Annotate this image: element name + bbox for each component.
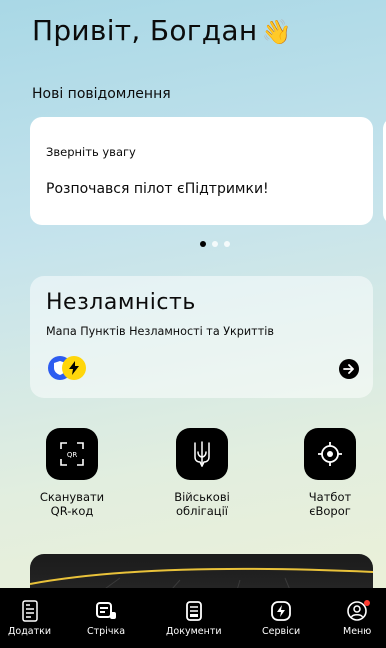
invincibility-badges (48, 356, 92, 380)
invincibility-card[interactable]: Незламність Мапа Пунктів Незламності та … (30, 276, 373, 398)
quick-action-label: Військові облігації (174, 490, 230, 518)
notifications-section-title: Нові повідомлення (32, 86, 171, 102)
bottom-tab-bar: Додатки Стрічка Документи Сервіси Меню (0, 588, 386, 648)
notification-headline: Розпочався пілот єПідтримки! (46, 181, 269, 197)
tab-label: Стрічка (87, 626, 126, 637)
tab-apps[interactable]: Додатки (8, 600, 51, 637)
greeting-title: Привіт, Богдан 👋 (32, 14, 292, 47)
pager-dot (212, 241, 218, 247)
quick-action-war-bonds[interactable]: Військові облігації (147, 428, 257, 518)
services-icon (271, 601, 291, 621)
quick-action-label: Чатбот єВорог (308, 490, 352, 518)
tab-label: Меню (343, 626, 372, 637)
tab-label: Додатки (8, 626, 52, 637)
apps-icon (21, 600, 38, 622)
documents-icon (185, 601, 202, 621)
menu-icon-wrap (346, 600, 371, 622)
pager-dot (224, 241, 230, 247)
wave-icon: 👋 (261, 18, 292, 46)
trident-icon (176, 428, 228, 480)
greeting-text: Привіт, Богдан (32, 14, 258, 47)
notification-card[interactable]: Зверніть увагу Розпочався пілот єПідтрим… (30, 117, 373, 225)
quick-action-label: Сканувати QR-код (39, 490, 105, 518)
quick-action-scan-qr[interactable]: QR Сканувати QR-код (17, 428, 127, 518)
tab-label: Документи (166, 626, 222, 637)
arrow-right-button[interactable] (339, 359, 359, 379)
pager-dot-active (200, 241, 206, 247)
tab-documents[interactable]: Документи (166, 600, 222, 637)
qr-scan-icon: QR (46, 428, 98, 480)
tab-label: Сервіси (262, 626, 301, 637)
invincibility-title: Незламність (46, 290, 196, 315)
tab-menu[interactable]: Меню (343, 600, 371, 637)
feed-icon (96, 602, 116, 619)
notification-caption: Зверніть увагу (46, 145, 136, 159)
quick-action-chatbot[interactable]: Чатбот єВорог (275, 428, 385, 518)
svg-text:QR: QR (67, 451, 78, 459)
invincibility-subtitle: Мапа Пунктів Незламності та Укриттів (46, 325, 274, 338)
tab-services[interactable]: Сервіси (262, 600, 300, 637)
target-icon (304, 428, 356, 480)
lightning-icon (62, 356, 86, 380)
carousel-pager (200, 241, 230, 247)
tab-feed[interactable]: Стрічка (87, 600, 125, 637)
notification-dot (364, 600, 371, 606)
